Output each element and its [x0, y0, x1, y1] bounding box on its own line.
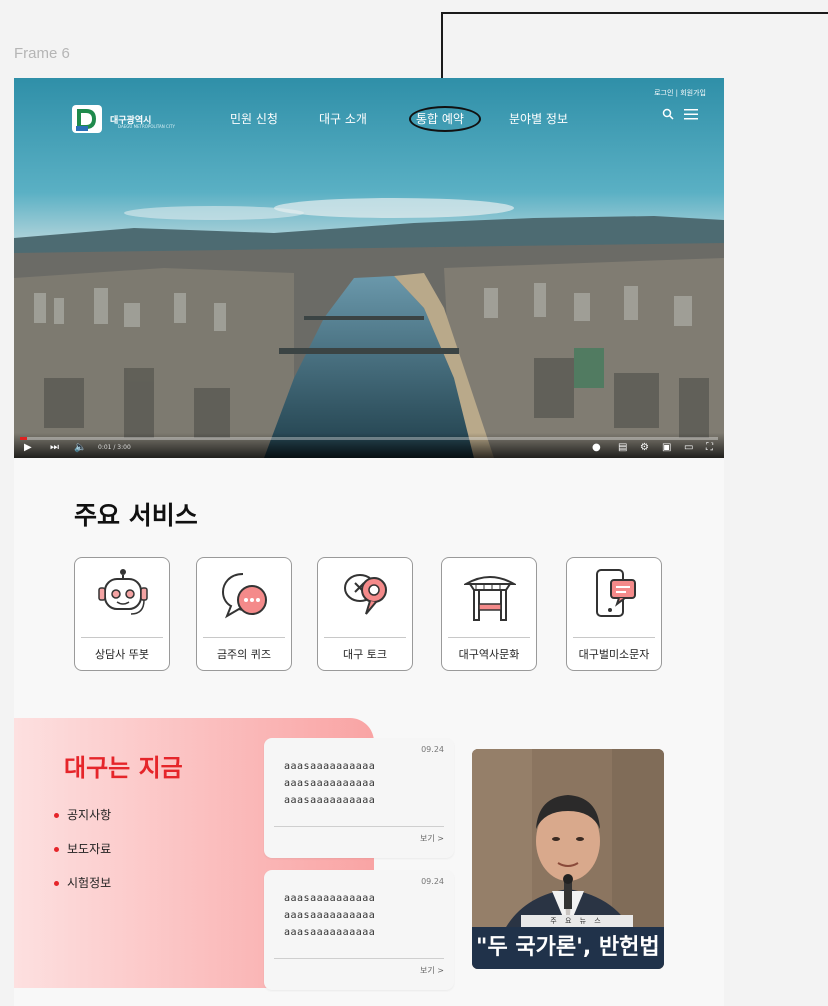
video-player-controls: ▶ ⏭ 🔈 0:01 / 3:00 ● ▤ ⚙ ▣ ▭ ⛶ [14, 433, 724, 458]
top-navigation: 대구광역시 DAEGU METROPOLITAN CITY 민원 신청 대구 소… [14, 78, 724, 138]
card-text-line: aaasaaaaaaaaaa [284, 795, 376, 806]
volume-icon[interactable]: 🔈 [74, 443, 86, 453]
card-more-link[interactable]: 보기 > [420, 833, 444, 844]
subtitles-icon[interactable]: ▤ [618, 443, 627, 453]
hero-video[interactable]: 대구광역시 DAEGU METROPOLITAN CITY 민원 신청 대구 소… [14, 78, 724, 458]
service-label: 대구벌미소문자 [578, 648, 650, 661]
news-card[interactable]: 09.24 aaasaaaaaaaaaa aaasaaaaaaaaaa aaas… [264, 870, 454, 990]
logo-subtext: DAEGU METROPOLITAN CITY [118, 124, 175, 129]
mobile-message-icon [596, 569, 636, 617]
talk-bubbles-icon [344, 574, 387, 615]
now-item-label: 공지사항 [67, 808, 112, 822]
service-label: 대구 토크 [343, 648, 387, 661]
service-divider [573, 637, 655, 638]
play-icon[interactable]: ▶ [24, 443, 32, 453]
now-item-label: 시험정보 [67, 876, 112, 890]
bullet-icon [54, 881, 59, 886]
card-divider [274, 958, 444, 959]
daegu-logo-icon [72, 105, 102, 133]
service-divider [203, 637, 285, 638]
nav-item-about-daegu[interactable]: 대구 소개 [319, 110, 367, 127]
card-date: 09.24 [421, 877, 444, 886]
hamburger-menu-icon[interactable] [684, 108, 698, 124]
frame-label: Frame 6 [14, 45, 70, 62]
main-news-photo[interactable]: 주 요 뉴 스 "두 국가론', 반헌법 [472, 749, 664, 969]
news-card[interactable]: 09.24 aaasaaaaaaaaaa aaasaaaaaaaaaa aaas… [264, 738, 454, 858]
service-divider [448, 637, 530, 638]
traditional-gate-icon [464, 576, 516, 621]
caption-label: 주 요 뉴 스 [521, 915, 633, 927]
service-divider [324, 637, 406, 638]
service-label: 대구역사문화 [458, 648, 520, 661]
card-text-line: aaasaaaaaaaaaa [284, 893, 376, 904]
next-icon[interactable]: ⏭ [50, 443, 59, 453]
card-text-line: aaasaaaaaaaaaa [284, 761, 376, 772]
service-chatbot[interactable]: 상담사 뚜봇 [74, 557, 170, 671]
bullet-icon [54, 847, 59, 852]
miniplayer-icon[interactable]: ▣ [662, 443, 671, 453]
quiz-chat-bubble-icon [221, 573, 267, 619]
card-more-link[interactable]: 보기 > [420, 965, 444, 976]
card-divider [274, 826, 444, 827]
video-progress-bar[interactable] [20, 437, 718, 440]
city-logo[interactable]: 대구광역시 [70, 102, 151, 136]
autoplay-toggle-icon[interactable]: ● [592, 443, 601, 453]
search-icon[interactable] [662, 108, 674, 124]
theater-mode-icon[interactable]: ▭ [684, 443, 693, 453]
now-item-press[interactable]: 보도자료 [54, 840, 111, 857]
video-progress-fill [20, 437, 27, 440]
annotation-line [441, 12, 828, 14]
now-item-exam[interactable]: 시험정보 [54, 874, 111, 891]
now-item-label: 보도자료 [67, 842, 112, 856]
service-quiz[interactable]: 금주의 퀴즈 [196, 557, 292, 671]
service-smile-sms[interactable]: 대구벌미소문자 [566, 557, 662, 671]
video-time: 0:01 / 3:00 [98, 444, 131, 451]
service-label: 금주의 퀴즈 [216, 648, 272, 661]
now-item-notice[interactable]: 공지사항 [54, 806, 111, 823]
fullscreen-icon[interactable]: ⛶ [706, 443, 713, 453]
bullet-icon [54, 813, 59, 818]
service-history-culture[interactable]: 대구역사문화 [441, 557, 537, 671]
now-section-title: 대구는 지금 [64, 754, 183, 782]
card-text-line: aaasaaaaaaaaaa [284, 778, 376, 789]
nav-item-field-info[interactable]: 분야별 정보 [509, 110, 568, 127]
service-divider [81, 637, 163, 638]
nav-icon-group [662, 108, 698, 124]
services-title: 주요 서비스 [74, 501, 198, 530]
caption-headline: "두 국가론', 반헌법 [472, 927, 664, 969]
card-text-line: aaasaaaaaaaaaa [284, 910, 376, 921]
annotation-highlight-ring [409, 106, 481, 132]
page-frame: 대구광역시 DAEGU METROPOLITAN CITY 민원 신청 대구 소… [14, 78, 724, 1006]
login-signup-link[interactable]: 로그인 | 회원가입 [654, 88, 706, 98]
nav-item-civil-petition[interactable]: 민원 신청 [230, 110, 278, 127]
card-text-line: aaasaaaaaaaaaa [284, 927, 376, 938]
chatbot-robot-icon [98, 569, 148, 615]
service-label: 상담사 뚜봇 [94, 648, 150, 661]
service-talk[interactable]: 대구 토크 [317, 557, 413, 671]
settings-gear-icon[interactable]: ⚙ [640, 443, 649, 453]
card-date: 09.24 [421, 745, 444, 754]
